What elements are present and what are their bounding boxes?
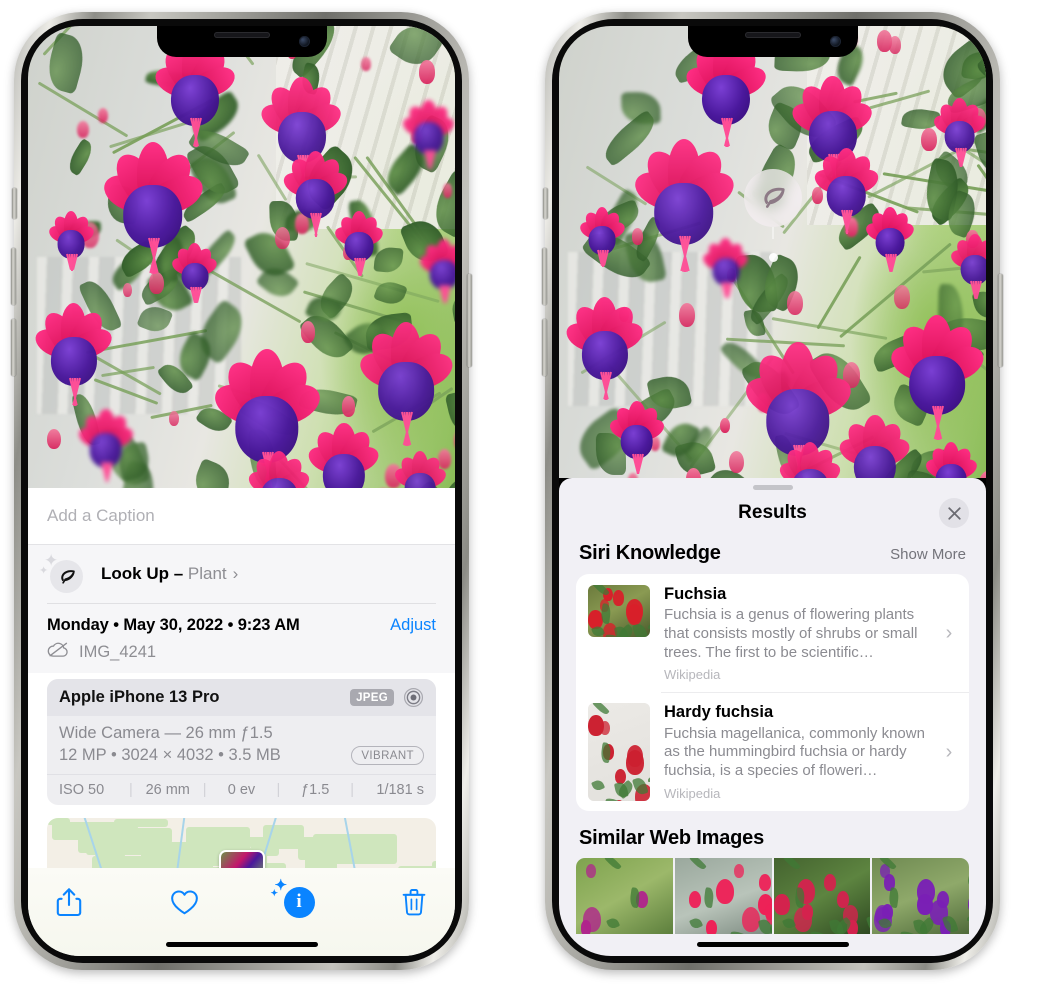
knowledge-description: Fuchsia magellanica, commonly known as t… [664, 724, 925, 779]
sparkle-small-icon: ✦ [270, 887, 279, 898]
similar-web-images-title: Similar Web Images [579, 827, 764, 850]
home-indicator-right[interactable] [696, 942, 849, 947]
power-button-right[interactable] [998, 274, 1003, 367]
size-row: 12 MP • 3024 × 4032 • 3.5 MB VIBRANT [59, 746, 424, 765]
home-indicator-left[interactable] [165, 942, 318, 947]
share-icon[interactable] [52, 885, 86, 919]
exif-exposure: 0 ev [227, 782, 256, 798]
info-sparkle-icon[interactable]: ✦ ✦ i [271, 878, 316, 919]
screenshot-stage: Add a Caption ✦ ✦ Look Up – Plant › Mond… [0, 0, 1055, 985]
results-title: Results [738, 502, 807, 523]
quality-badge: VIBRANT [351, 746, 424, 765]
close-icon[interactable] [939, 498, 969, 528]
knowledge-thumbnail [588, 703, 650, 802]
format-badge: JPEG [350, 689, 394, 706]
metadata-body: Wide Camera — 26 mm ƒ1.5 12 MP • 3024 × … [47, 716, 436, 774]
web-image-thumbnail[interactable] [674, 858, 772, 935]
siri-knowledge-header: Siri Knowledge Show More [559, 536, 986, 574]
volume-down-button-right[interactable] [542, 319, 547, 376]
earpiece-speaker [213, 32, 270, 38]
notch-right [687, 26, 858, 57]
mute-switch-right[interactable] [543, 188, 548, 219]
knowledge-thumbnail [588, 585, 650, 637]
web-image-thumbnail[interactable] [773, 858, 871, 935]
file-name: IMG_4241 [79, 642, 157, 661]
heart-icon[interactable] [167, 885, 201, 919]
results-header: Results [559, 490, 986, 536]
badge-tail [772, 227, 774, 239]
cloud-slash-icon [47, 641, 70, 663]
exif-aperture: ƒ1.5 [301, 782, 330, 798]
camera-metadata-card[interactable]: Apple iPhone 13 Pro JPEG Wide Camera — 2… [47, 679, 436, 805]
exif-shutter: 1/181 s [376, 782, 424, 798]
visual-lookup-sparkle-icon: ✦ ✦ [39, 552, 83, 593]
front-camera [829, 36, 841, 47]
web-image-thumbnail[interactable] [872, 858, 969, 935]
image-size-info: 12 MP • 3024 × 4032 • 3.5 MB [59, 746, 281, 764]
knowledge-row[interactable]: Hardy fuchsia Fuchsia magellanica, commo… [576, 692, 969, 811]
badge-anchor-dot [768, 253, 778, 262]
look-up-row[interactable]: ✦ ✦ Look Up – Plant › [39, 545, 436, 603]
power-button-left[interactable] [467, 274, 472, 367]
lens-info: Wide Camera — 26 mm ƒ1.5 [59, 724, 273, 742]
photo-date: Monday • May 30, 2022 • 9:23 AM [47, 616, 300, 634]
photo-viewer[interactable] [28, 26, 455, 488]
date-block: Monday • May 30, 2022 • 9:23 AM Adjust I… [28, 604, 455, 673]
adjust-button[interactable]: Adjust [390, 616, 436, 635]
show-more-button[interactable]: Show More [890, 546, 966, 563]
knowledge-row[interactable]: Fuchsia Fuchsia is a genus of flowering … [576, 574, 969, 692]
results-sheet: Results Siri Knowledge Show More Fuchsia… [559, 478, 986, 956]
chevron-right-icon: › [945, 740, 953, 763]
siri-knowledge-card: Fuchsia Fuchsia is a genus of flowering … [576, 574, 969, 812]
knowledge-title: Hardy fuchsia [664, 703, 774, 722]
web-image-thumbnail[interactable] [576, 858, 673, 935]
knowledge-body: Fuchsia Fuchsia is a genus of flowering … [650, 585, 941, 682]
notch-left [156, 26, 327, 57]
metadata-header: Apple iPhone 13 Pro JPEG [47, 679, 436, 716]
iphone-right: Results Siri Knowledge Show More Fuchsia… [542, 12, 1003, 970]
chevron-right-icon: › [232, 564, 239, 583]
front-camera [298, 36, 310, 47]
similar-web-images-strip[interactable] [559, 858, 986, 935]
exif-iso: ISO 50 [59, 782, 105, 798]
trash-icon[interactable] [397, 885, 431, 919]
file-row: IMG_4241 [47, 641, 436, 663]
device-name: Apple iPhone 13 Pro [59, 688, 220, 706]
knowledge-description: Fuchsia is a genus of flowering plants t… [664, 606, 918, 661]
caption-placeholder: Add a Caption [47, 506, 155, 525]
info-glyph: i [296, 891, 302, 912]
look-up-title: Look Up – [101, 564, 184, 583]
knowledge-title: Fuchsia [664, 585, 727, 603]
chevron-right-icon: › [945, 622, 953, 645]
leaf-icon [50, 560, 83, 593]
info-badge[interactable]: ✦ ✦ i [271, 878, 315, 918]
volume-up-button-right[interactable] [542, 248, 547, 305]
earpiece-speaker [744, 32, 801, 38]
iphone-left: Add a Caption ✦ ✦ Look Up – Plant › Mond… [11, 12, 472, 970]
siri-knowledge-title: Siri Knowledge [579, 542, 721, 564]
sparkle-small-icon: ✦ [39, 565, 49, 577]
lookup-block: ✦ ✦ Look Up – Plant › [28, 545, 455, 604]
screen-right: Results Siri Knowledge Show More Fuchsia… [559, 26, 986, 956]
knowledge-body: Hardy fuchsia Fuchsia magellanica, commo… [650, 703, 941, 801]
screen-left: Add a Caption ✦ ✦ Look Up – Plant › Mond… [28, 26, 455, 956]
metadata-header-right: JPEG [350, 687, 424, 708]
aperture-icon[interactable] [403, 687, 424, 708]
leaf-icon[interactable] [744, 169, 802, 227]
visual-lookup-badge[interactable] [744, 169, 802, 262]
date-row: Monday • May 30, 2022 • 9:23 AM Adjust [47, 616, 436, 635]
knowledge-source: Wikipedia [664, 667, 721, 683]
volume-down-button-left[interactable] [11, 319, 16, 376]
exif-focal: 26 mm [145, 782, 190, 798]
exif-row: ISO 50 | 26 mm | 0 ev | ƒ1.5 | 1/181 s [47, 774, 436, 805]
mute-switch-left[interactable] [12, 188, 17, 219]
knowledge-source: Wikipedia [664, 785, 721, 801]
volume-up-button-left[interactable] [11, 248, 16, 305]
caption-input[interactable]: Add a Caption [28, 488, 455, 545]
look-up-subject: Plant [187, 564, 227, 583]
look-up-label: Look Up – Plant [101, 564, 227, 584]
